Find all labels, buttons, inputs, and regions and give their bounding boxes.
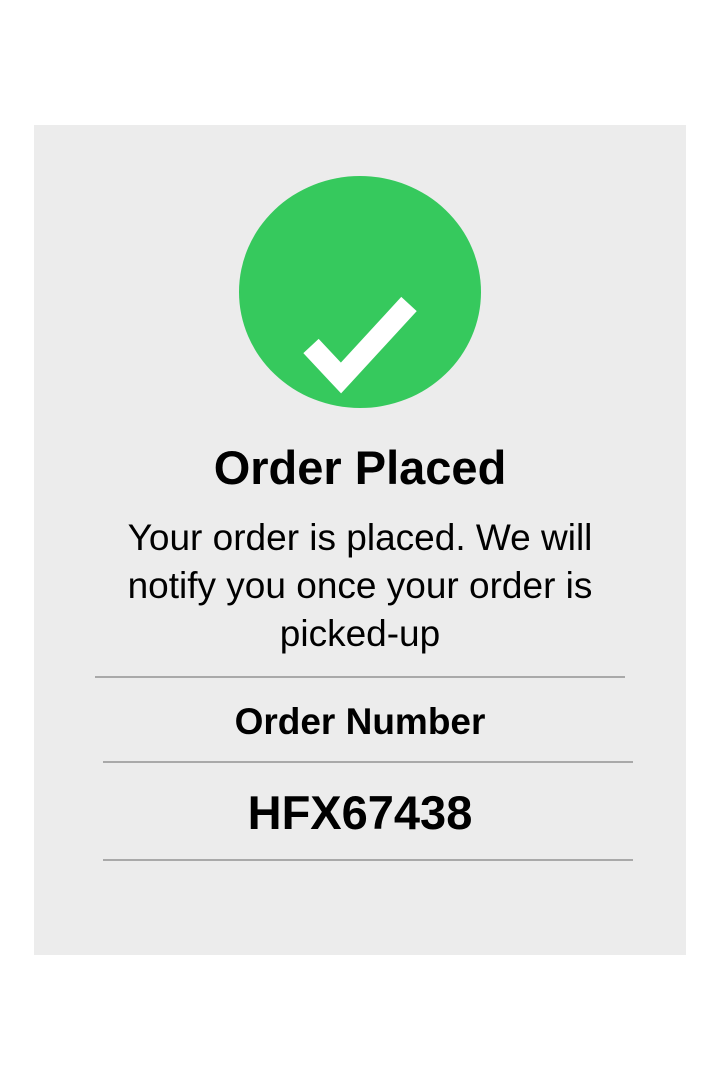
order-number-label: Order Number bbox=[234, 701, 486, 742]
success-badge bbox=[239, 176, 481, 408]
confirmation-message: Your order is placed. We will notify you… bbox=[127, 517, 593, 654]
divider bbox=[103, 859, 633, 861]
confirmation-title: Order Placed bbox=[213, 441, 507, 494]
order-number-value: HFX67438 bbox=[247, 786, 473, 839]
divider bbox=[95, 676, 625, 678]
divider bbox=[103, 761, 633, 763]
order-confirmation-card: Order Placed Your order is placed. We wi… bbox=[34, 125, 686, 955]
checkmark-icon bbox=[303, 296, 417, 394]
